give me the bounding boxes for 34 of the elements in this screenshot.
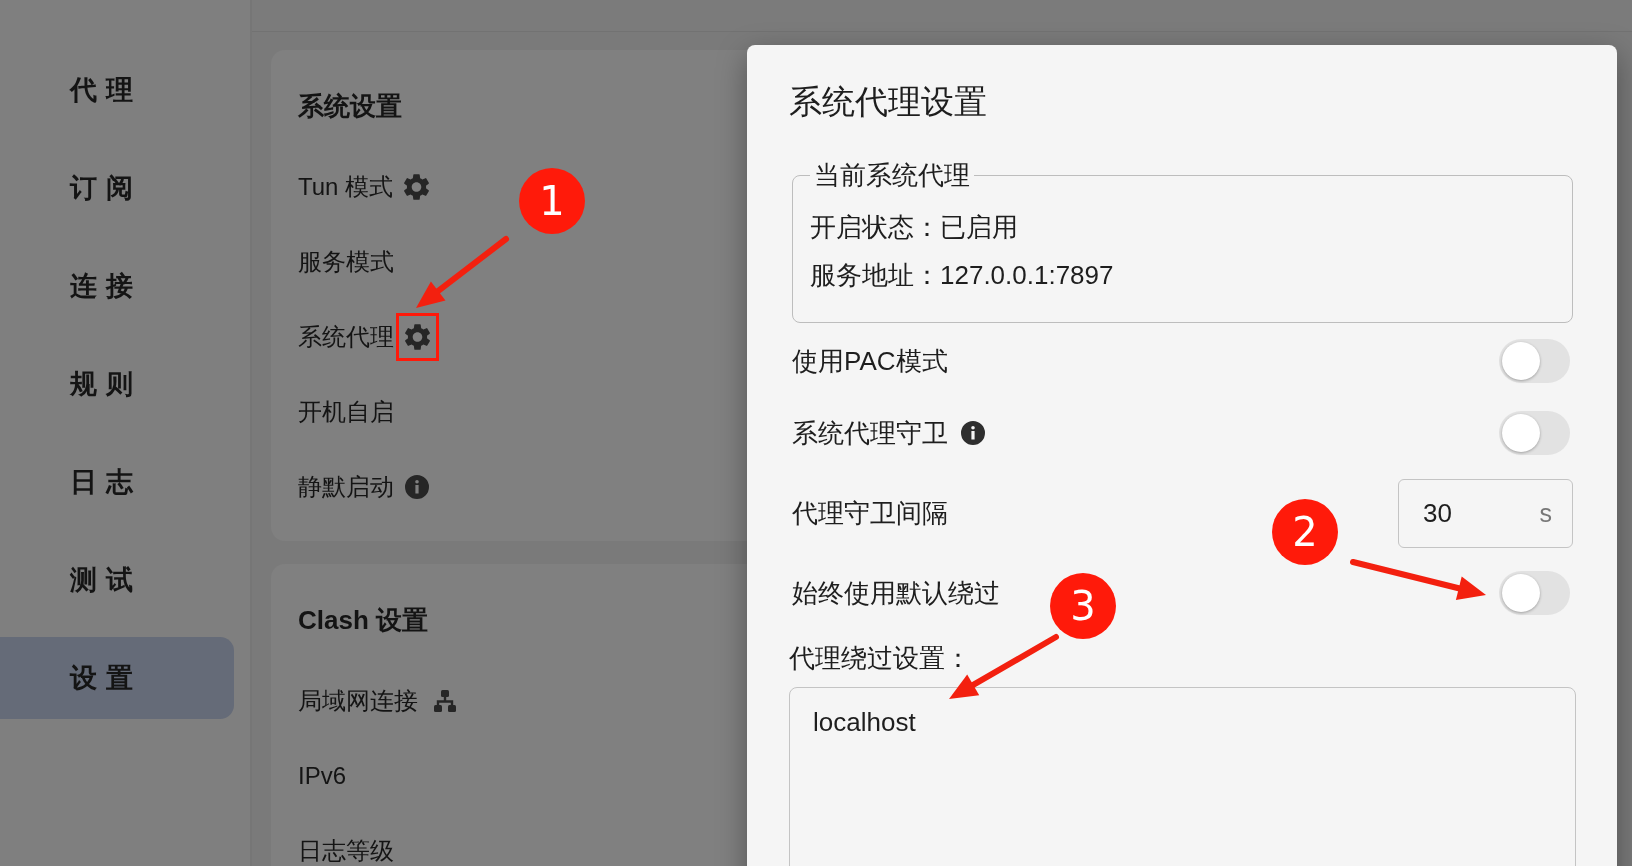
info-icon[interactable]: [961, 421, 985, 445]
setting-label: Tun 模式: [298, 171, 394, 202]
toggle-switch[interactable]: [1499, 571, 1570, 615]
nav-item[interactable]: 规则: [0, 343, 234, 425]
setting-label: 服务模式: [298, 246, 394, 277]
gear-icon[interactable]: [404, 173, 430, 200]
nav-item[interactable]: 连接: [0, 245, 234, 327]
nav-item[interactable]: 订阅: [0, 147, 234, 229]
option-label: 代理守卫间隔: [792, 497, 948, 530]
setting-label: 开机自启: [298, 396, 394, 427]
nav-item[interactable]: 日志: [0, 441, 234, 523]
nav-item[interactable]: 测试: [0, 539, 234, 621]
option-label: 使用PAC模式: [792, 345, 948, 378]
toggle-switch[interactable]: [1499, 411, 1570, 455]
setting-label: 日志等级: [298, 835, 394, 866]
dialog-title: 系统代理设置: [789, 82, 987, 122]
section-title: Clash 设置: [298, 604, 429, 637]
unit-label: s: [1539, 498, 1552, 528]
setting-label: 局域网连接: [298, 685, 418, 716]
gear-icon[interactable]: [405, 323, 430, 350]
option-label: 始终使用默认绕过: [792, 577, 1000, 610]
toggle-switch[interactable]: [1499, 339, 1570, 383]
status-line: 服务地址：127.0.0.1:7897: [810, 259, 1114, 292]
field-label: 代理绕过设置：: [789, 642, 971, 675]
status-line: 开启状态：已启用: [810, 211, 1018, 244]
group-legend: 当前系统代理: [810, 160, 974, 190]
setting-label: IPv6: [298, 761, 347, 790]
setting-label: 静默启动: [298, 471, 394, 502]
nav-item[interactable]: 设置: [0, 637, 234, 719]
nav-item[interactable]: 代理: [0, 49, 234, 131]
option-label: 系统代理守卫: [792, 417, 948, 450]
setting-label: 系统代理: [298, 321, 394, 352]
network-icon: [433, 688, 457, 713]
section-title: 系统设置: [298, 90, 402, 123]
